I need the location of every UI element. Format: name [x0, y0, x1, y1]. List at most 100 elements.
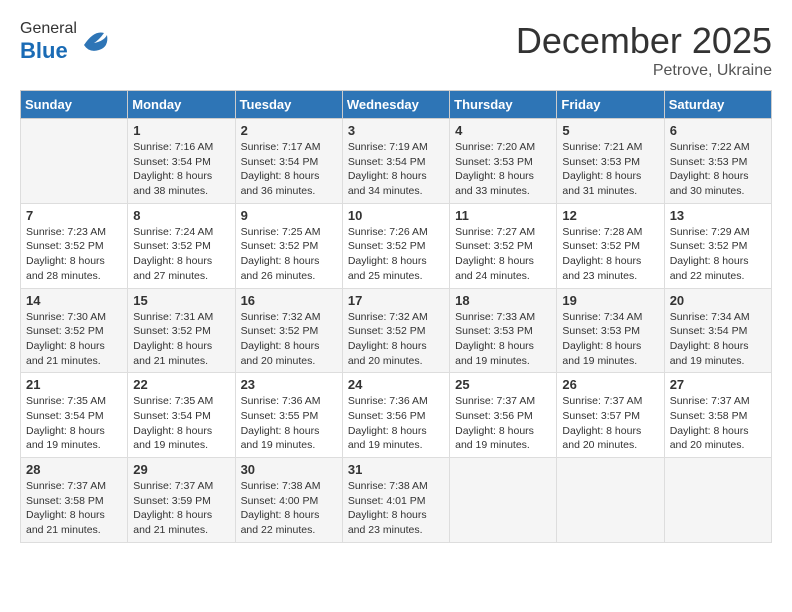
sunset-text: Sunset: 3:52 PM — [348, 239, 444, 254]
cell-content: Sunrise: 7:24 AMSunset: 3:52 PMDaylight:… — [133, 225, 229, 284]
location: Petrove, Ukraine — [516, 62, 772, 80]
day-number: 28 — [26, 462, 122, 477]
cell-content: Sunrise: 7:32 AMSunset: 3:52 PMDaylight:… — [348, 310, 444, 369]
day-number: 20 — [670, 293, 766, 308]
sunrise-text: Sunrise: 7:37 AM — [562, 394, 658, 409]
sunrise-text: Sunrise: 7:32 AM — [348, 310, 444, 325]
logo-blue-text: Blue — [20, 38, 68, 63]
calendar-cell: 3Sunrise: 7:19 AMSunset: 3:54 PMDaylight… — [342, 119, 449, 204]
calendar-cell: 23Sunrise: 7:36 AMSunset: 3:55 PMDayligh… — [235, 373, 342, 458]
day-number: 11 — [455, 208, 551, 223]
calendar-cell: 24Sunrise: 7:36 AMSunset: 3:56 PMDayligh… — [342, 373, 449, 458]
sunset-text: Sunset: 3:56 PM — [455, 409, 551, 424]
cell-content: Sunrise: 7:20 AMSunset: 3:53 PMDaylight:… — [455, 140, 551, 199]
calendar-cell: 22Sunrise: 7:35 AMSunset: 3:54 PMDayligh… — [128, 373, 235, 458]
day-number: 8 — [133, 208, 229, 223]
calendar-cell: 11 Sunrise: 7:27 AMSunset: 3:52 PMDayligh… — [450, 203, 557, 288]
cell-content: Sunrise: 7:37 AMSunset: 3:56 PMDaylight:… — [455, 394, 551, 453]
calendar-week-row: 14Sunrise: 7:30 AMSunset: 3:52 PMDayligh… — [21, 288, 772, 373]
day-number: 4 — [455, 123, 551, 138]
calendar-cell: 2Sunrise: 7:17 AMSunset: 3:54 PMDaylight… — [235, 119, 342, 204]
daylight-text: Daylight: 8 hours and 20 minutes. — [241, 339, 337, 368]
day-number: 18 — [455, 293, 551, 308]
sunrise-text: Sunrise: 7:38 AM — [348, 479, 444, 494]
calendar-cell: 18Sunrise: 7:33 AMSunset: 3:53 PMDayligh… — [450, 288, 557, 373]
day-number: 1 — [133, 123, 229, 138]
daylight-text: Daylight: 8 hours and 21 minutes. — [26, 508, 122, 537]
cell-content: Sunrise: 7:22 AMSunset: 3:53 PMDaylight:… — [670, 140, 766, 199]
daylight-text: Daylight: 8 hours and 34 minutes. — [348, 169, 444, 198]
day-number: 16 — [241, 293, 337, 308]
cell-content: Sunrise: 7:37 AMSunset: 3:58 PMDaylight:… — [26, 479, 122, 538]
weekday-header-wednesday: Wednesday — [342, 91, 449, 119]
cell-content: Sunrise: 7:21 AMSunset: 3:53 PMDaylight:… — [562, 140, 658, 199]
logo: General Blue — [20, 20, 109, 64]
sunset-text: Sunset: 3:53 PM — [455, 155, 551, 170]
daylight-text: Daylight: 8 hours and 19 minutes. — [348, 424, 444, 453]
sunset-text: Sunset: 3:52 PM — [26, 324, 122, 339]
sunrise-text: Sunrise: 7:37 AM — [133, 479, 229, 494]
calendar-cell: 13Sunrise: 7:29 AMSunset: 3:52 PMDayligh… — [664, 203, 771, 288]
cell-content: Sunrise: 7:36 AMSunset: 3:55 PMDaylight:… — [241, 394, 337, 453]
weekday-header-tuesday: Tuesday — [235, 91, 342, 119]
calendar-cell: 25Sunrise: 7:37 AMSunset: 3:56 PMDayligh… — [450, 373, 557, 458]
sunset-text: Sunset: 3:52 PM — [348, 324, 444, 339]
sunrise-text: Sunrise: 7:28 AM — [562, 225, 658, 240]
sunset-text: Sunset: 3:52 PM — [670, 239, 766, 254]
cell-content: Sunrise: 7:34 AMSunset: 3:53 PMDaylight:… — [562, 310, 658, 369]
sunset-text: Sunset: 3:52 PM — [241, 239, 337, 254]
calendar-table: SundayMondayTuesdayWednesdayThursdayFrid… — [20, 90, 772, 543]
sunset-text: Sunset: 3:52 PM — [133, 324, 229, 339]
sunrise-text: Sunrise: 7:16 AM — [133, 140, 229, 155]
page-header: General Blue December 2025 Petrove, Ukra… — [20, 20, 772, 80]
day-number: 26 — [562, 377, 658, 392]
daylight-text: Daylight: 8 hours and 23 minutes. — [348, 508, 444, 537]
sunset-text: Sunset: 3:52 PM — [241, 324, 337, 339]
day-number: 12 — [562, 208, 658, 223]
daylight-text: Daylight: 8 hours and 33 minutes. — [455, 169, 551, 198]
daylight-text: Daylight: 8 hours and 38 minutes. — [133, 169, 229, 198]
sunset-text: Sunset: 3:54 PM — [133, 155, 229, 170]
daylight-text: Daylight: 8 hours and 20 minutes. — [670, 424, 766, 453]
calendar-cell: 28 Sunrise: 7:37 AMSunset: 3:58 PMDayligh… — [21, 458, 128, 543]
calendar-body: 1Sunrise: 7:16 AMSunset: 3:54 PMDaylight… — [21, 119, 772, 543]
calendar-cell: 14Sunrise: 7:30 AMSunset: 3:52 PMDayligh… — [21, 288, 128, 373]
calendar-cell: 5Sunrise: 7:21 AMSunset: 3:53 PMDaylight… — [557, 119, 664, 204]
calendar-cell: 26 Sunrise: 7:37 AMSunset: 3:57 PMDayligh… — [557, 373, 664, 458]
sunrise-text: Sunrise: 7:23 AM — [26, 225, 122, 240]
day-number: 22 — [133, 377, 229, 392]
sunrise-text: Sunrise: 7:36 AM — [241, 394, 337, 409]
sunrise-text: Sunrise: 7:20 AM — [455, 140, 551, 155]
weekday-header-row: SundayMondayTuesdayWednesdayThursdayFrid… — [21, 91, 772, 119]
cell-content: Sunrise: 7:31 AMSunset: 3:52 PMDaylight:… — [133, 310, 229, 369]
calendar-cell: 1 Sunrise: 7:16 AMSunset: 3:54 PMDaylight… — [128, 119, 235, 204]
weekday-header-sunday: Sunday — [21, 91, 128, 119]
calendar-cell: 30Sunrise: 7:38 AMSunset: 4:00 PMDayligh… — [235, 458, 342, 543]
calendar-cell: 9Sunrise: 7:25 AMSunset: 3:52 PMDaylight… — [235, 203, 342, 288]
calendar-week-row: 7Sunrise: 7:23 AMSunset: 3:52 PMDaylight… — [21, 203, 772, 288]
daylight-text: Daylight: 8 hours and 20 minutes. — [348, 339, 444, 368]
sunrise-text: Sunrise: 7:34 AM — [670, 310, 766, 325]
cell-content: Sunrise: 7:28 AMSunset: 3:52 PMDaylight:… — [562, 225, 658, 284]
sunset-text: Sunset: 3:58 PM — [26, 494, 122, 509]
day-number: 19 — [562, 293, 658, 308]
sunset-text: Sunset: 3:54 PM — [670, 324, 766, 339]
day-number: 2 — [241, 123, 337, 138]
cell-content: Sunrise: 7:23 AMSunset: 3:52 PMDaylight:… — [26, 225, 122, 284]
cell-content: Sunrise: 7:38 AMSunset: 4:01 PMDaylight:… — [348, 479, 444, 538]
day-number: 3 — [348, 123, 444, 138]
sunset-text: Sunset: 3:57 PM — [562, 409, 658, 424]
weekday-header-thursday: Thursday — [450, 91, 557, 119]
calendar-cell: 4 Sunrise: 7:20 AMSunset: 3:53 PMDaylight… — [450, 119, 557, 204]
day-number: 29 — [133, 462, 229, 477]
daylight-text: Daylight: 8 hours and 30 minutes. — [670, 169, 766, 198]
daylight-text: Daylight: 8 hours and 20 minutes. — [562, 424, 658, 453]
sunrise-text: Sunrise: 7:26 AM — [348, 225, 444, 240]
sunset-text: Sunset: 4:01 PM — [348, 494, 444, 509]
cell-content: Sunrise: 7:38 AMSunset: 4:00 PMDaylight:… — [241, 479, 337, 538]
logo-general-text: General — [20, 20, 77, 37]
calendar-cell: 29Sunrise: 7:37 AMSunset: 3:59 PMDayligh… — [128, 458, 235, 543]
day-number: 17 — [348, 293, 444, 308]
cell-content: Sunrise: 7:27 AMSunset: 3:52 PMDaylight:… — [455, 225, 551, 284]
sunset-text: Sunset: 3:54 PM — [26, 409, 122, 424]
